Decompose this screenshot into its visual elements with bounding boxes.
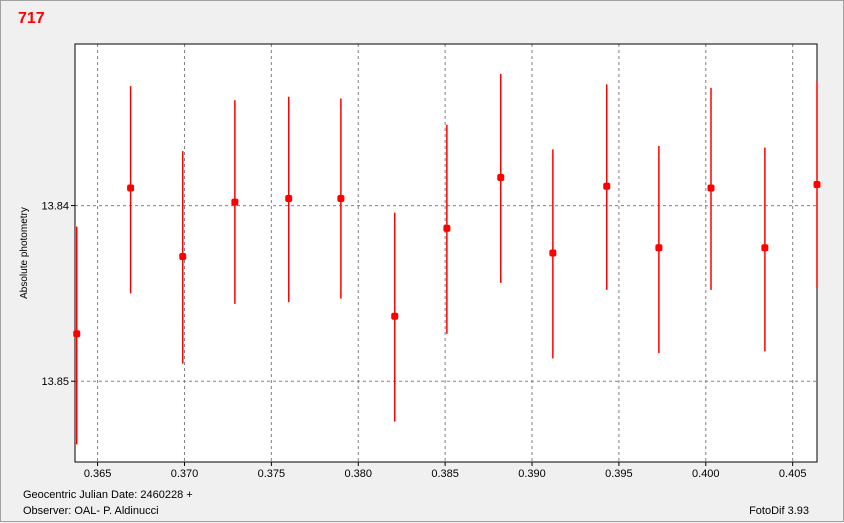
data-point: [127, 184, 135, 192]
y-tick-label: 13.85: [41, 376, 69, 388]
data-point: [549, 249, 557, 257]
x-tick-label: 0.380: [344, 468, 372, 480]
data-point: [761, 244, 769, 252]
data-point: [179, 253, 187, 261]
data-point: [497, 173, 505, 181]
x-tick-label: 0.365: [84, 468, 112, 480]
x-tick-label: 0.375: [258, 468, 286, 480]
photometry-chart: 0.365 0.370 0.375 0.380 0.385 0.390 0.395 0.400…: [19, 43, 821, 480]
x-tick-label: 0.385: [431, 468, 459, 480]
x-tick-label: 0.405: [779, 468, 807, 480]
julian-date-label: Geocentric Julian Date: 2460228 +: [23, 489, 193, 501]
data-point: [231, 198, 239, 206]
data-point: [337, 195, 345, 203]
data-point: [443, 224, 451, 232]
y-axis-label: Absolute photometry: [19, 207, 30, 299]
x-tick-label: 0.400: [692, 468, 720, 480]
data-point: [655, 244, 663, 252]
data-point: [285, 195, 293, 203]
x-tick-label: 0.370: [171, 468, 199, 480]
software-label: FotoDif 3.93: [749, 505, 809, 517]
data-point: [73, 330, 81, 338]
x-tick-label: 0.395: [605, 468, 633, 480]
x-tick-label: 0.390: [518, 468, 546, 480]
chart-window: 717 0.365 0.370 0.375 0.380 0.385 0.390 0.395 0…: [0, 0, 844, 522]
data-point: [603, 182, 611, 190]
data-point: [707, 184, 715, 192]
y-tick-label: 13.84: [41, 201, 69, 213]
observer-label: Observer: OAL- P. Aldinucci: [23, 505, 159, 517]
data-point: [391, 312, 399, 320]
data-point: [813, 181, 821, 189]
